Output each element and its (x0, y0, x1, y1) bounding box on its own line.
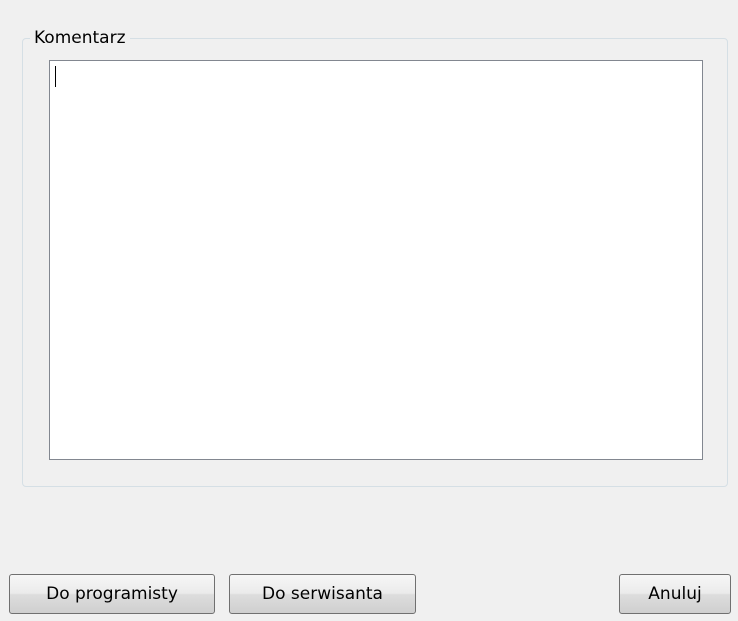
cancel-button[interactable]: Anuluj (619, 574, 731, 614)
send-to-servicer-button[interactable]: Do serwisanta (229, 574, 416, 614)
send-to-programmer-button[interactable]: Do programisty (9, 574, 215, 614)
text-caret (55, 66, 56, 87)
comment-textarea[interactable] (49, 60, 703, 460)
comment-group-title: Komentarz (30, 28, 130, 48)
